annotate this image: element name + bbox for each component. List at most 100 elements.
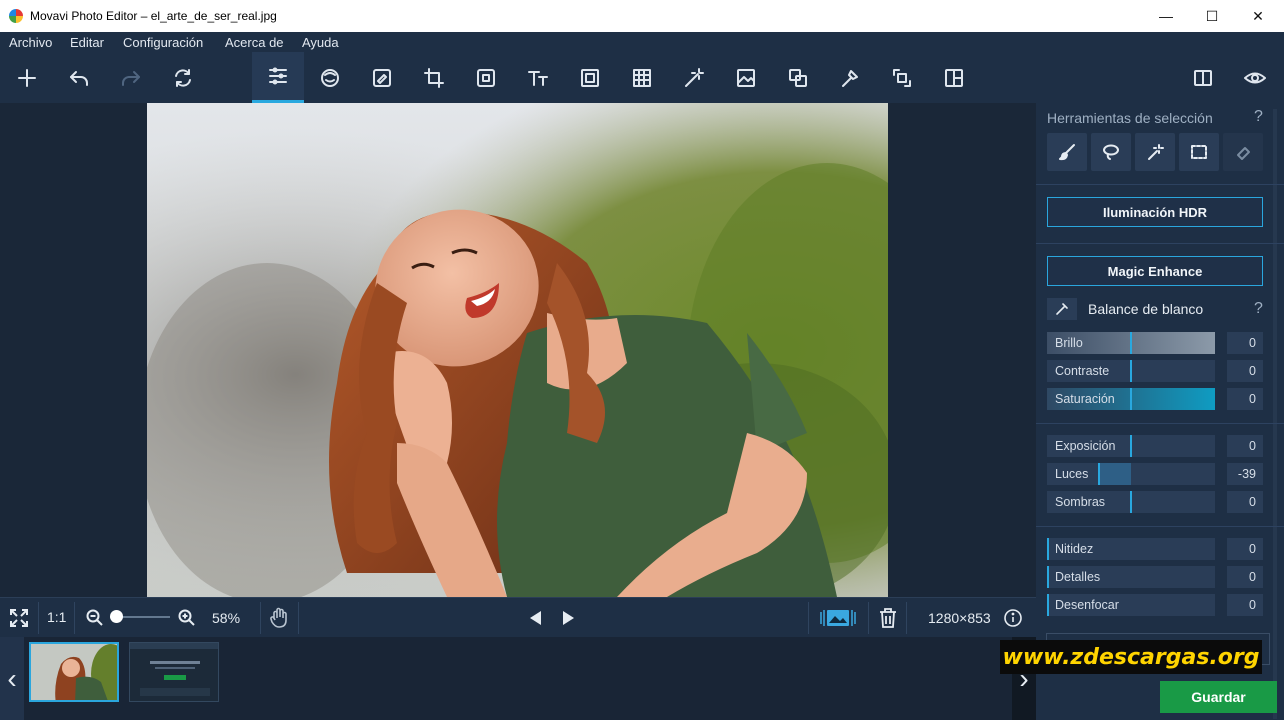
tool-layout[interactable] — [928, 52, 980, 103]
photo-image — [147, 103, 888, 597]
slider-label: Contraste — [1055, 364, 1110, 378]
menu-acerca-de[interactable]: Acerca de — [225, 35, 284, 50]
undo-button[interactable] — [53, 52, 105, 103]
refresh-icon — [175, 68, 191, 87]
slider-saturacion[interactable]: Saturación — [1047, 388, 1215, 410]
slider-contraste[interactable]: Contraste — [1047, 360, 1215, 382]
previous-image-icon[interactable] — [530, 611, 542, 625]
slider-exposicion[interactable]: Exposición — [1047, 435, 1215, 457]
image-dimensions: 1280×853 — [928, 610, 991, 626]
magic-enhance-button[interactable]: Magic Enhance — [1047, 256, 1263, 286]
slider-luces[interactable]: Luces — [1047, 463, 1215, 485]
eraser-icon — [1237, 147, 1250, 160]
tool-retouch[interactable] — [304, 52, 356, 103]
tool-enhance[interactable] — [720, 52, 772, 103]
zoom-out-icon[interactable] — [86, 609, 104, 627]
slider-label: Brillo — [1055, 336, 1083, 350]
trash-icon[interactable] — [879, 608, 897, 628]
value-detalles[interactable]: 0 — [1227, 566, 1263, 588]
filmstrip-prev-button[interactable]: ‹ — [0, 637, 24, 720]
tool-resize[interactable] — [876, 52, 928, 103]
tool-text[interactable] — [512, 52, 564, 103]
resize-icon — [893, 68, 911, 87]
magic-select-button[interactable] — [1135, 133, 1175, 171]
tool-object-removal[interactable] — [356, 52, 408, 103]
rect-select-button[interactable] — [1179, 133, 1219, 171]
reset-image-button[interactable] — [157, 52, 209, 103]
menu-editar[interactable]: Editar — [70, 35, 104, 50]
slider-label: Nitidez — [1055, 542, 1094, 556]
brush-icon — [1059, 144, 1075, 161]
menu-ayuda[interactable]: Ayuda — [302, 35, 339, 50]
slider-label: Exposición — [1055, 439, 1116, 453]
value-saturacion[interactable]: 0 — [1227, 388, 1263, 410]
magic-wand-icon — [685, 67, 704, 87]
preview-button[interactable] — [1229, 52, 1281, 103]
thumbnail-second[interactable] — [129, 642, 219, 702]
value-desenfocar[interactable]: 0 — [1227, 594, 1263, 616]
white-balance-help-icon[interactable]: ? — [1254, 300, 1263, 318]
zoom-in-icon[interactable] — [178, 609, 196, 627]
checker-icon — [633, 68, 651, 87]
info-icon[interactable] — [1004, 609, 1022, 627]
expand-icon — [10, 609, 28, 627]
fit-screen-button[interactable] — [6, 606, 32, 630]
photo-canvas[interactable] — [147, 103, 888, 597]
tool-magic[interactable] — [668, 52, 720, 103]
zoom-level: 58% — [212, 610, 241, 626]
selection-help-icon[interactable]: ? — [1254, 108, 1263, 126]
value-contraste[interactable]: 0 — [1227, 360, 1263, 382]
thumbnail-current[interactable] — [29, 642, 119, 702]
value-luces[interactable]: -39 — [1227, 463, 1263, 485]
slider-desenfocar[interactable]: Desenfocar — [1047, 594, 1215, 616]
actual-size-button[interactable]: 1:1 — [47, 609, 66, 625]
redo-icon — [122, 70, 140, 86]
minimize-button[interactable]: — — [1143, 0, 1189, 32]
hdr-lighting-button[interactable]: Iluminación HDR — [1047, 197, 1263, 227]
add-file-button[interactable] — [1, 52, 53, 103]
tool-frames[interactable] — [564, 52, 616, 103]
hand-pan-icon[interactable] — [269, 607, 289, 629]
slider-label: Sombras — [1055, 495, 1106, 509]
redo-button[interactable] — [105, 52, 157, 103]
tool-crop[interactable] — [408, 52, 460, 103]
slider-sombras[interactable]: Sombras — [1047, 491, 1215, 513]
panel-scrollbar[interactable] — [1273, 109, 1277, 719]
value-sombras[interactable]: 0 — [1227, 491, 1263, 513]
tool-adjust[interactable] — [252, 52, 304, 103]
eraser-select-button[interactable] — [1223, 133, 1263, 171]
compare-button[interactable] — [1177, 52, 1229, 103]
zoom-slider-thumb[interactable] — [109, 610, 123, 623]
sliders-icon — [269, 67, 287, 85]
tool-effects[interactable] — [616, 52, 668, 103]
maximize-button[interactable]: ☐ — [1189, 0, 1235, 32]
slider-brillo[interactable]: Brillo — [1047, 332, 1215, 354]
white-balance-label: Balance de blanco — [1088, 301, 1204, 317]
lasso-icon — [1103, 144, 1119, 160]
menu-configuracion[interactable]: Configuración — [123, 35, 203, 50]
window-title: Movavi Photo Editor – el_arte_de_ser_rea… — [30, 9, 277, 23]
value-nitidez[interactable]: 0 — [1227, 538, 1263, 560]
lasso-select-button[interactable] — [1091, 133, 1131, 171]
slider-label: Desenfocar — [1055, 598, 1119, 612]
value-brillo[interactable]: 0 — [1227, 332, 1263, 354]
slider-detalles[interactable]: Detalles — [1047, 566, 1215, 588]
tool-background[interactable] — [460, 52, 512, 103]
value-exposicion[interactable]: 0 — [1227, 435, 1263, 457]
selection-tools-title: Herramientas de selección — [1047, 110, 1213, 126]
tool-clone[interactable] — [772, 52, 824, 103]
save-button[interactable]: Guardar — [1160, 681, 1277, 713]
menu-archivo[interactable]: Archivo — [9, 35, 52, 50]
filmstrip-toggle-button[interactable] — [818, 607, 858, 629]
next-image-icon[interactable] — [562, 611, 574, 625]
brush-select-button[interactable] — [1047, 133, 1087, 171]
close-button[interactable]: ✕ — [1235, 0, 1281, 32]
tool-pin[interactable] — [824, 52, 876, 103]
clone-icon — [789, 68, 807, 87]
white-balance-picker[interactable] — [1047, 298, 1077, 320]
marquee-icon — [1191, 145, 1207, 159]
slider-nitidez[interactable]: Nitidez — [1047, 538, 1215, 560]
adjust-panel: Herramientas de selección ? Iluminación … — [1036, 103, 1284, 720]
slider-label: Saturación — [1055, 392, 1115, 406]
undo-icon — [70, 70, 88, 86]
